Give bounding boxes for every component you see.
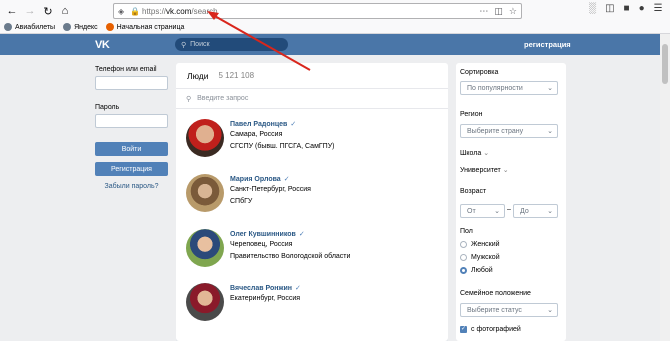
arrow-line xyxy=(212,14,311,71)
arrow-head xyxy=(207,11,219,20)
annotation-arrow xyxy=(207,11,311,71)
